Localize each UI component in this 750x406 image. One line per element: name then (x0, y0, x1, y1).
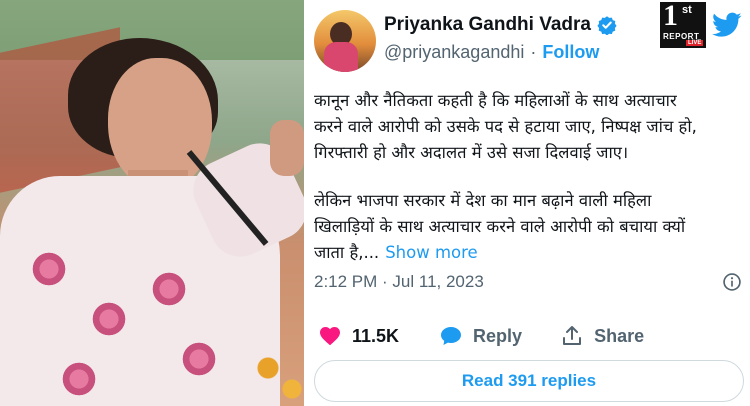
likes-count: 11.5K (352, 325, 400, 346)
follow-button[interactable]: Follow (542, 42, 599, 63)
verified-badge-icon (597, 16, 617, 35)
tweet-text: कानून और नैतिकता कहती है कि महिलाओं के स… (314, 88, 746, 266)
avatar-body (324, 42, 358, 72)
handle-separator: · (530, 42, 537, 62)
reply-bubble-icon (441, 327, 462, 345)
photo-marigolds (250, 340, 304, 406)
info-icon[interactable] (722, 272, 742, 292)
show-more-link[interactable]: Show more (385, 243, 478, 262)
1st-report-live-logo: 1 st REPORT LIVE (660, 0, 706, 48)
photo-hand (270, 120, 304, 176)
photo-flower (150, 270, 188, 308)
tweet-paragraph-2-text: लेकिन भाजपा सरकार में देश का मान बढ़ाने … (314, 191, 686, 262)
handle-row: @priyankagandhi · Follow (384, 42, 599, 63)
photo-flower (180, 340, 218, 378)
share-label: Share (594, 325, 645, 346)
twitter-bird-icon (712, 12, 742, 37)
logo-number: 1 (663, 0, 678, 32)
tweet-paragraph-1: कानून और नैतिकता कहती है कि महिलाओं के स… (314, 91, 697, 162)
tweet-timestamp[interactable]: 2:12 PM · Jul 11, 2023 (314, 272, 484, 292)
like-button[interactable]: 11.5K (318, 324, 399, 348)
tweet-paragraph-2: लेकिन भाजपा सरकार में देश का मान बढ़ाने … (314, 188, 746, 266)
photo-flower (90, 300, 128, 338)
author-name[interactable]: Priyanka Gandhi Vadra (384, 14, 591, 36)
share-icon (563, 326, 582, 345)
logo-live: LIVE (686, 40, 704, 46)
read-replies-button[interactable]: Read 391 replies (314, 360, 744, 402)
photo-flower (30, 250, 68, 288)
share-button[interactable]: Share (560, 324, 644, 348)
logo-superscript: st (682, 4, 692, 16)
avatar[interactable] (314, 10, 376, 72)
heart-icon (320, 327, 340, 346)
tweet-meta-row: 2:12 PM · Jul 11, 2023 (314, 272, 742, 292)
tweet-photo[interactable] (0, 0, 304, 406)
reply-button[interactable]: Reply (439, 324, 522, 348)
photo-flower (60, 360, 98, 398)
tweet-card: Priyanka Gandhi Vadra @priyankagandhi · … (304, 0, 750, 406)
author-handle[interactable]: @priyankagandhi (384, 42, 524, 63)
author-row: Priyanka Gandhi Vadra (384, 14, 617, 36)
reply-label: Reply (473, 325, 523, 346)
tweet-actions: 11.5K Reply Share (318, 324, 644, 348)
